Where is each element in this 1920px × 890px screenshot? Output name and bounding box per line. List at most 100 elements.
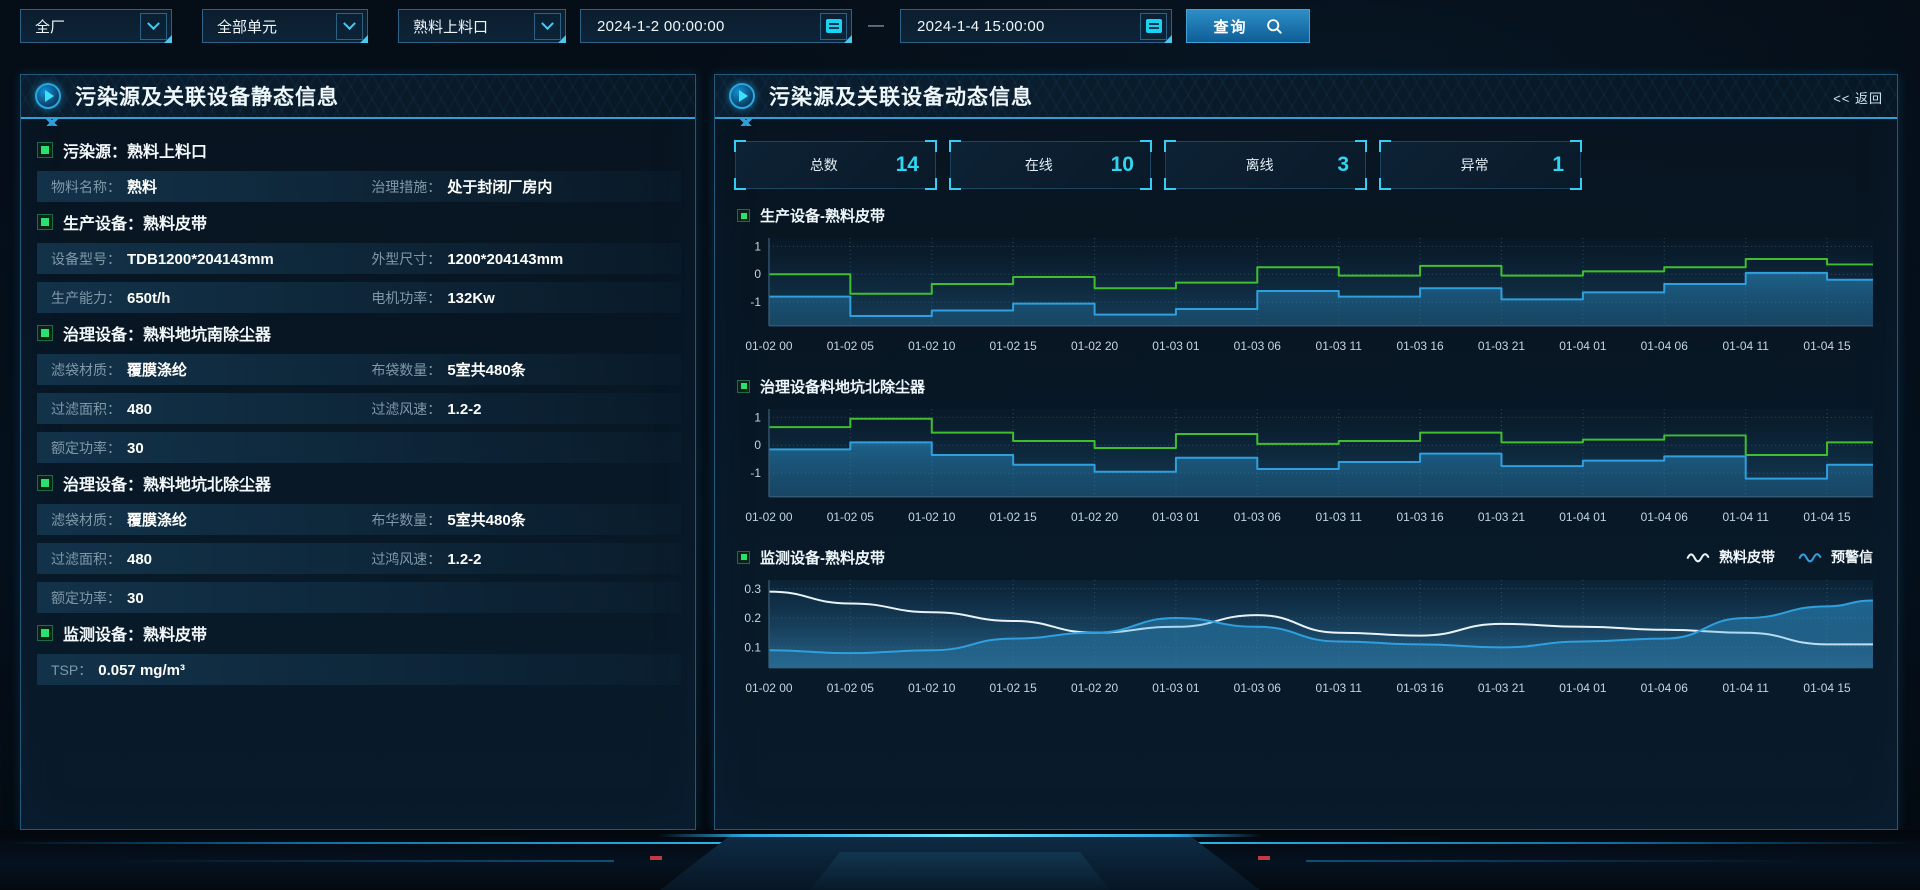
info-cell: 布华数量：5室共480条 xyxy=(371,509,667,530)
info-value: 30 xyxy=(127,590,144,607)
svg-text:01-03 06: 01-03 06 xyxy=(1234,339,1282,353)
info-value: 480 xyxy=(127,551,152,568)
svg-text:01-02 20: 01-02 20 xyxy=(1071,339,1119,353)
info-cell: 物料名称：熟料 xyxy=(51,176,371,197)
dynamic-info-panel: 污染源及关联设备动态信息 << 返回 总数14在线10离线3异常1 生产设备-熟… xyxy=(714,74,1898,830)
svg-text:01-02 05: 01-02 05 xyxy=(827,339,875,353)
svg-text:01-04 15: 01-04 15 xyxy=(1803,339,1851,353)
stat-card-异常[interactable]: 异常1 xyxy=(1380,141,1581,189)
filter-dropdown-2[interactable]: 熟料上料口 xyxy=(398,9,566,43)
chevron-glyph xyxy=(147,17,160,30)
info-cell: 生产能力：650t/h xyxy=(51,288,371,308)
svg-text:01-03 06: 01-03 06 xyxy=(1234,510,1282,524)
info-value: 30 xyxy=(127,440,144,457)
query-button-label: 查询 xyxy=(1213,16,1247,37)
stat-value: 10 xyxy=(1111,153,1134,177)
svg-text:01-02 20: 01-02 20 xyxy=(1071,680,1119,694)
chevron-down-icon[interactable] xyxy=(140,13,167,40)
svg-text:01-03 11: 01-03 11 xyxy=(1316,510,1363,524)
info-cell: 设备型号：TDB1200*204143mm xyxy=(51,249,371,269)
chart-plot-area: 10-101-02 0001-02 0501-02 1001-02 1501-0… xyxy=(735,401,1877,531)
static-info-list: 污染源：熟料上料口物料名称：熟料治理措施：处于封闭厂房内生产设备：熟料皮带设备型… xyxy=(21,119,695,705)
chevron-down-icon[interactable] xyxy=(336,13,363,40)
filter-dropdown-0[interactable]: 全厂 xyxy=(20,9,172,43)
dynamic-panel-title: 污染源及关联设备动态信息 xyxy=(769,81,1033,111)
wave-line-icon xyxy=(1797,551,1823,563)
svg-text:01-02 15: 01-02 15 xyxy=(990,339,1038,353)
svg-text:01-02 10: 01-02 10 xyxy=(908,339,956,353)
stat-card-在线[interactable]: 在线10 xyxy=(950,141,1151,189)
calendar-icon xyxy=(1146,19,1162,33)
green-square-icon xyxy=(737,209,750,222)
bottom-decor xyxy=(0,830,1920,890)
info-value: TDB1200*204143mm xyxy=(127,251,274,268)
legend-label: 熟料皮带 xyxy=(1719,547,1775,567)
date-to-value[interactable]: 2024-1-4 15:00:00 xyxy=(917,18,1045,35)
svg-text:1: 1 xyxy=(754,239,761,253)
info-value: 132Kw xyxy=(447,290,495,307)
green-square-icon xyxy=(37,214,53,230)
info-cell: 过滤面积：480 xyxy=(51,549,371,569)
stat-value: 14 xyxy=(896,153,919,177)
legend-item-预警信[interactable]: 预警信 xyxy=(1797,547,1873,567)
svg-text:0.2: 0.2 xyxy=(744,611,761,625)
info-label: 滤袋材质： xyxy=(51,360,121,380)
info-value: 1200*204143mm xyxy=(447,251,563,268)
svg-text:0: 0 xyxy=(754,267,761,281)
info-value: 1.2-2 xyxy=(447,551,481,568)
legend-item-熟料皮带[interactable]: 熟料皮带 xyxy=(1685,547,1775,567)
svg-text:01-03 11: 01-03 11 xyxy=(1316,680,1363,694)
chart-block-0: 生产设备-熟料皮带 10-101-02 0001-02 0501-02 1001… xyxy=(735,205,1877,360)
chart-svg: 10-101-02 0001-02 0501-02 1001-02 1501-0… xyxy=(735,230,1877,360)
svg-text:1: 1 xyxy=(754,410,761,424)
back-button[interactable]: << 返回 xyxy=(1833,88,1883,107)
info-label: 滤袋材质： xyxy=(51,510,121,530)
calendar-button[interactable] xyxy=(820,13,847,40)
date-to-picker[interactable]: 2024-1-4 15:00:00 xyxy=(900,9,1172,43)
info-label: 额定功率： xyxy=(51,438,121,458)
section-header: 监测设备：熟料皮带 xyxy=(37,621,679,645)
svg-text:01-02 00: 01-02 00 xyxy=(745,680,793,694)
info-value: 熟料 xyxy=(127,176,157,197)
date-from-picker[interactable]: 2024-1-2 00:00:00 xyxy=(580,9,852,43)
info-label: 外型尺寸： xyxy=(371,249,441,269)
svg-text:01-03 01: 01-03 01 xyxy=(1152,510,1200,524)
info-row: 滤袋材质：覆膜涤纶布华数量：5室共480条 xyxy=(37,504,681,535)
svg-text:0.3: 0.3 xyxy=(744,581,761,595)
chevron-down-icon[interactable] xyxy=(534,13,561,40)
chart-plot-area: 10-101-02 0001-02 0501-02 1001-02 1501-0… xyxy=(735,230,1877,360)
info-value: 0.057 mg/m³ xyxy=(98,662,185,679)
green-square-icon xyxy=(737,551,750,564)
svg-text:01-04 06: 01-04 06 xyxy=(1641,339,1689,353)
chart-block-1: 治理设备料地坑北除尘器 10-101-02 0001-02 0501-02 10… xyxy=(735,376,1877,531)
chevron-glyph xyxy=(343,17,356,30)
stat-card-离线[interactable]: 离线3 xyxy=(1165,141,1366,189)
svg-text:01-04 11: 01-04 11 xyxy=(1723,680,1770,694)
svg-text:01-04 15: 01-04 15 xyxy=(1803,510,1851,524)
chart-plot-area: 0.30.20.101-02 0001-02 0501-02 1001-02 1… xyxy=(735,572,1877,702)
static-panel-header: 污染源及关联设备静态信息 xyxy=(21,75,695,119)
info-cell: 滤袋材质：覆膜涤纶 xyxy=(51,359,371,380)
info-cell: TSP：0.057 mg/m³ xyxy=(51,660,371,680)
svg-text:01-03 01: 01-03 01 xyxy=(1152,680,1200,694)
section-title: 污染源：熟料上料口 xyxy=(63,138,207,162)
info-cell: 额定功率：30 xyxy=(51,588,371,608)
date-from-value[interactable]: 2024-1-2 00:00:00 xyxy=(597,18,725,35)
info-value: 1.2-2 xyxy=(447,401,481,418)
static-info-panel: 污染源及关联设备静态信息 污染源：熟料上料口物料名称：熟料治理措施：处于封闭厂房… xyxy=(20,74,696,830)
info-label: 过滤面积： xyxy=(51,399,121,419)
info-cell: 滤袋材质：覆膜涤纶 xyxy=(51,509,371,530)
green-square-icon xyxy=(37,475,53,491)
green-square-icon xyxy=(37,142,53,158)
stat-card-总数[interactable]: 总数14 xyxy=(735,141,936,189)
query-button[interactable]: 查询 xyxy=(1186,9,1310,43)
svg-text:01-03 16: 01-03 16 xyxy=(1396,339,1444,353)
calendar-button[interactable] xyxy=(1140,13,1167,40)
info-value: 480 xyxy=(127,401,152,418)
section-title: 监测设备：熟料皮带 xyxy=(63,621,207,645)
chart-svg: 0.30.20.101-02 0001-02 0501-02 1001-02 1… xyxy=(735,572,1877,702)
chart-svg: 10-101-02 0001-02 0501-02 1001-02 1501-0… xyxy=(735,401,1877,531)
calendar-icon xyxy=(826,19,842,33)
filter-dropdown-1[interactable]: 全部单元 xyxy=(202,9,368,43)
svg-text:01-03 21: 01-03 21 xyxy=(1478,339,1526,353)
